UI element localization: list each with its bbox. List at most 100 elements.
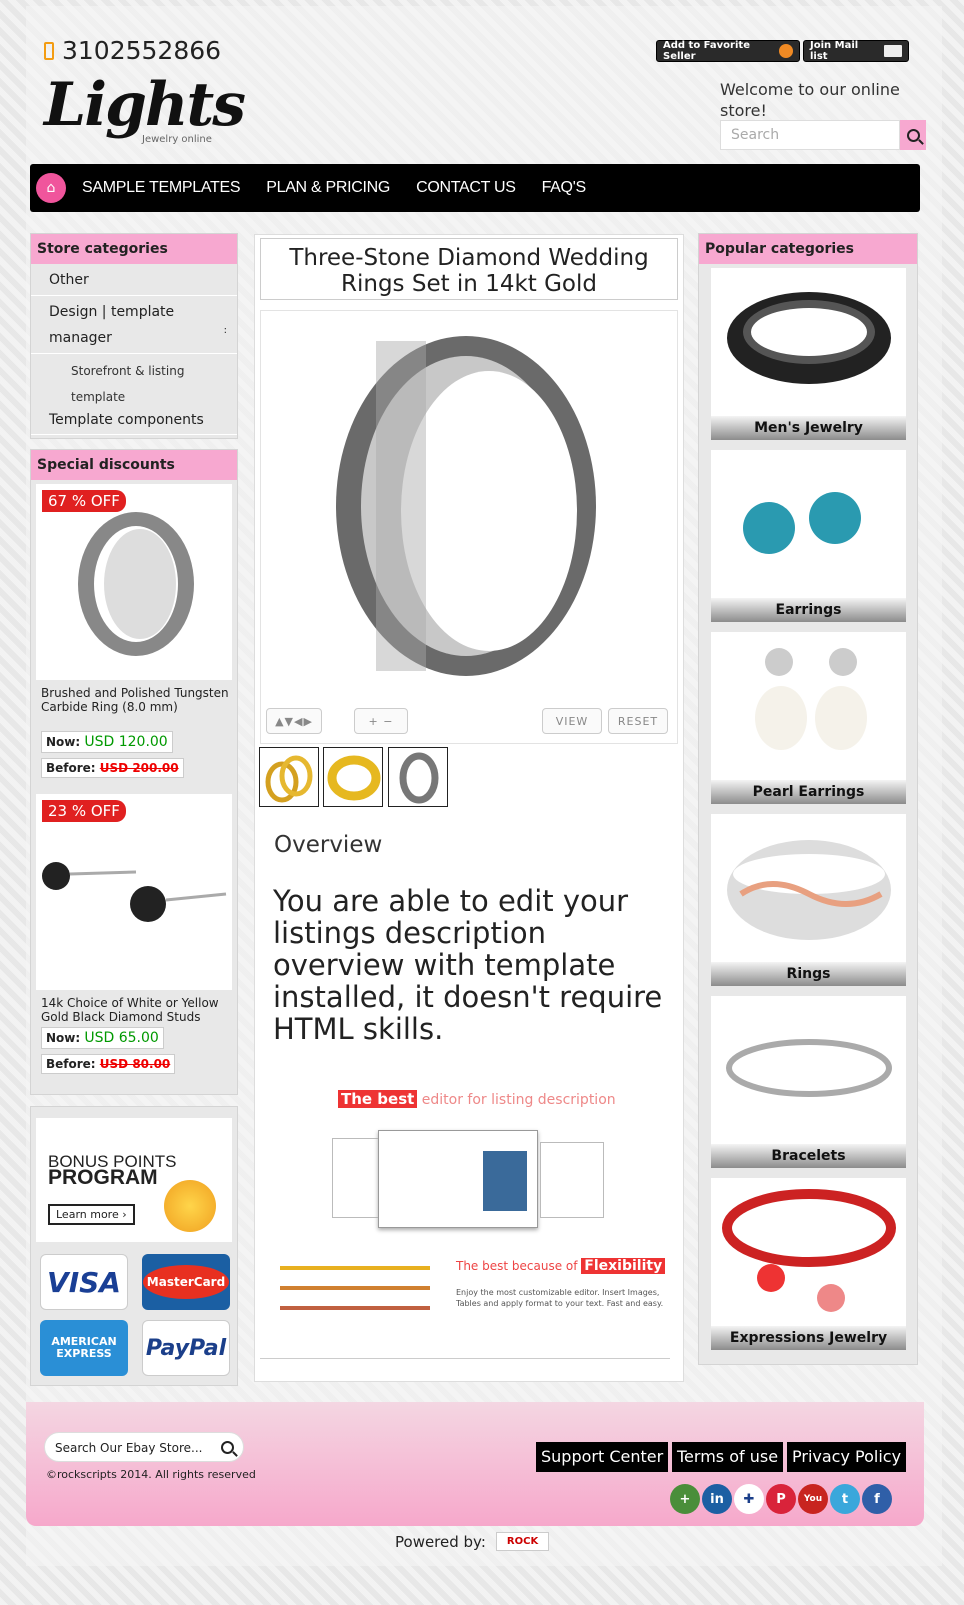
pencils-illustration [280,1262,432,1314]
popular-caption: Expressions Jewelry [711,1326,906,1350]
view-button[interactable]: VIEW [542,708,602,734]
thumb-image [327,755,381,801]
before-label: Before: [46,761,96,775]
before-price: USD 200.00 [99,761,179,775]
now-price: USD 65.00 [84,1030,159,1046]
popular-caption: Rings [711,962,906,986]
mastercard-label: MasterCard [142,1265,230,1299]
category-storefront[interactable]: Storefront & listing template [31,354,237,410]
thumb-image [399,752,439,804]
product-main-image[interactable] [260,310,678,744]
add-favorite-seller-button[interactable]: Add to Favorite Seller [656,40,800,62]
now-price: USD 120.00 [84,734,168,750]
black-diamond-studs-image [42,862,227,922]
popular-rings[interactable]: Rings [711,814,906,986]
twitter-icon[interactable]: t [830,1484,860,1514]
editor-promo-heading: The best editor for listing description [338,1090,616,1108]
footer-search-button[interactable] [212,1434,242,1460]
thumbnail-gold-rings[interactable] [259,747,319,807]
pearl-earrings-image [755,648,867,750]
pan-controls[interactable]: ▲▼◀▶ [266,708,322,734]
popular-categories-title: Popular categories [699,234,917,264]
category-components[interactable]: Template components [31,410,237,435]
discount-badge-1: 67 % OFF [42,490,126,512]
bracelet-image [726,1039,892,1097]
tungsten-ring-image [78,512,194,656]
popular-pearl-earrings[interactable]: Pearl Earrings [711,632,906,804]
pencil-2 [280,1286,430,1290]
pinterest-icon[interactable]: P [766,1484,796,1514]
rockscripts-logo[interactable]: ROCK [495,1532,550,1551]
home-icon[interactable]: ⌂ [36,173,66,203]
discount-item-1-image[interactable]: 67 % OFF [36,484,232,680]
product-title: Three-Stone Diamond Wedding Rings Set in… [260,238,678,300]
fav-seller-label: Add to Favorite Seller [663,40,750,62]
facebook-icon[interactable]: f [862,1484,892,1514]
delicious-icon[interactable]: ✚ [734,1484,764,1514]
store-categories-title: Store categories [31,234,237,264]
overview-title: Overview [274,832,383,858]
paypal-icon: PayPal [142,1320,230,1376]
logo-tagline: Jewelry online [142,134,212,145]
thumb-image [265,755,313,803]
charm-bracelet-image [722,1189,896,1312]
envelope-icon [884,45,902,57]
search-input[interactable]: Search [720,120,900,150]
amex-icon: AMERICAN EXPRESS [40,1320,128,1376]
discount-item-2-name[interactable]: 14k Choice of White or Yellow Gold Black… [41,996,231,1024]
discount-item-2-now: Now: USD 65.00 [41,1027,164,1049]
editor-window-center [378,1130,538,1228]
visa-icon: VISA [40,1254,128,1310]
editor-window-right [540,1142,604,1218]
category-other[interactable]: Other [31,264,237,296]
privacy-policy-link[interactable]: Privacy Policy [787,1442,907,1472]
store-logo[interactable]: Lights [44,70,246,140]
store-categories-panel: Store categories Other Design | template… [30,233,238,439]
terms-of-use-link[interactable]: Terms of use [672,1442,784,1472]
thumbnail-gold-band[interactable] [323,747,383,807]
popular-mens-jewelry[interactable]: Men's Jewelry [711,268,906,440]
phone-number: 3102552866 [44,36,221,65]
popular-earrings[interactable]: Earrings [711,450,906,622]
discount-item-1-name[interactable]: Brushed and Polished Tungsten Carbide Ri… [41,686,231,714]
before-label: Before: [46,1057,96,1071]
discount-item-2-before: Before: USD 80.00 [41,1054,176,1074]
rose-gold-ring-image [727,840,891,940]
search-button[interactable] [900,120,926,150]
search-icon [220,1440,234,1454]
nav-sample-templates[interactable]: SAMPLE TEMPLATES [82,179,241,197]
popular-caption: Earrings [711,598,906,622]
editor-image [483,1151,527,1211]
nav-contact-us[interactable]: CONTACT US [416,179,516,197]
promo-highlight: The best [338,1090,418,1108]
before-price: USD 80.00 [99,1057,171,1071]
search-icon [906,128,920,142]
support-center-link[interactable]: Support Center [536,1442,669,1472]
join-mail-list-button[interactable]: Join Mail list [803,40,909,62]
nav-faqs[interactable]: FAQ'S [542,179,587,197]
zoom-controls[interactable]: + − [354,708,408,734]
flexibility-heading: The best because of Flexibility [456,1258,666,1274]
heart-icon [778,44,793,58]
linkedin-icon[interactable]: in [702,1484,732,1514]
main-nav: ⌂ SAMPLE TEMPLATES PLAN & PRICING CONTAC… [30,164,920,212]
thumbnail-silver-ring[interactable] [388,747,448,807]
learn-more-button[interactable]: Learn more › [48,1204,135,1225]
mobile-phone-icon [44,41,54,60]
discount-item-2-image[interactable]: 23 % OFF [36,794,232,990]
pencil-3 [280,1306,430,1310]
popular-expressions-jewelry[interactable]: Expressions Jewelry [711,1178,906,1350]
google-plus-icon[interactable]: + [670,1484,700,1514]
pencil-1 [280,1266,430,1270]
reset-button[interactable]: RESET [608,708,668,734]
nav-plan-pricing[interactable]: PLAN & PRICING [266,179,390,197]
popular-caption: Men's Jewelry [711,416,906,440]
silver-ring-image [336,336,596,676]
welcome-text: Welcome to our online store! [720,80,900,120]
phone-text: 3102552866 [62,36,222,65]
bonus-points-banner[interactable]: BONUS POINTS PROGRAM Learn more › [36,1118,232,1242]
gift-icon [164,1180,216,1232]
popular-bracelets[interactable]: Bracelets [711,996,906,1168]
youtube-icon[interactable]: You [798,1484,828,1514]
category-design[interactable]: Design | template manager: [31,296,237,354]
